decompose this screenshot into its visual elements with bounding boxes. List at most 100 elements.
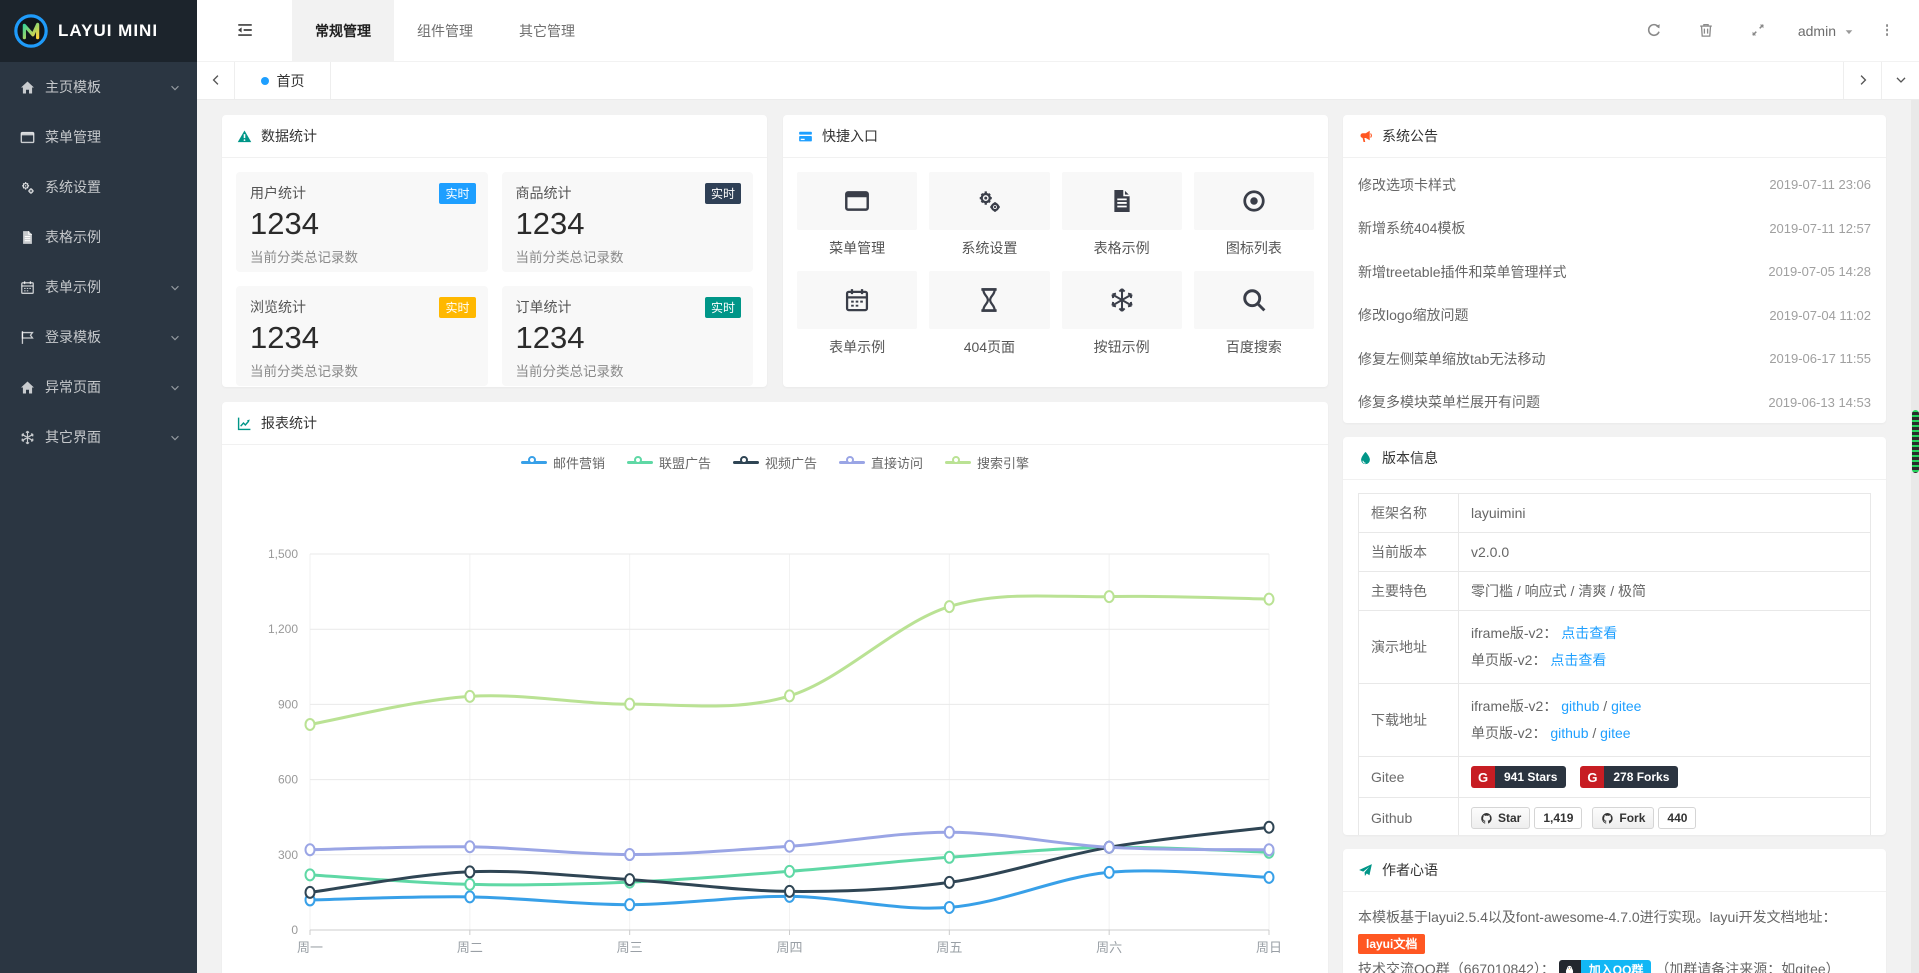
report-line-chart: 03006009001,2001,500周一周二周三周四周五周六周日 <box>222 471 1328 973</box>
paper-plane-icon <box>1358 863 1373 878</box>
sidebar-item-label: 其它界面 <box>45 427 101 447</box>
announcement-item[interactable]: 修改logo缩放问题2019-07-04 11:02 <box>1358 294 1871 338</box>
legend-item-搜索引擎[interactable]: 搜索引擎 <box>945 453 1029 471</box>
link-github[interactable]: github <box>1550 725 1588 741</box>
sidebar-item-菜单管理[interactable]: 菜单管理 <box>0 112 197 162</box>
github-fork-button[interactable]: Fork <box>1592 807 1654 829</box>
fullscreen-button[interactable] <box>1732 0 1784 62</box>
hamburger-icon <box>236 21 254 39</box>
stat-box-商品统计[interactable]: 商品统计1234当前分类总记录数实时 <box>502 172 754 272</box>
legend-item-联盟广告[interactable]: 联盟广告 <box>627 453 711 471</box>
quick-entry-404页面[interactable]: 404页面 <box>929 271 1049 357</box>
sidebar-item-label: 异常页面 <box>45 377 101 397</box>
menu-fold-button[interactable] <box>197 0 292 61</box>
quick-entry-label: 表单示例 <box>797 337 917 357</box>
quick-entry-百度搜索[interactable]: 百度搜索 <box>1194 271 1314 357</box>
gitee-badge[interactable]: G941 Stars <box>1471 766 1566 788</box>
announcement-text: 修复左侧菜单缩放tab无法移动 <box>1358 349 1545 369</box>
quick-entry-系统设置[interactable]: 系统设置 <box>929 172 1049 258</box>
top-nav-tab-组件管理[interactable]: 组件管理 <box>394 0 496 61</box>
sidebar-item-表格示例[interactable]: 表格示例 <box>0 212 197 262</box>
scrollbar-track[interactable] <box>1911 100 1919 973</box>
stat-box-订单统计[interactable]: 订单统计1234当前分类总记录数实时 <box>502 286 754 386</box>
stat-box-浏览统计[interactable]: 浏览统计1234当前分类总记录数实时 <box>236 286 488 386</box>
clear-cache-button[interactable] <box>1680 0 1732 62</box>
legend-label: 搜索引擎 <box>977 453 1029 472</box>
announcement-item[interactable]: 修复多模块菜单栏展开有问题2019-06-13 14:53 <box>1358 381 1871 424</box>
legend-item-视频广告[interactable]: 视频广告 <box>733 453 817 471</box>
quick-entry-表格示例[interactable]: 表格示例 <box>1062 172 1182 258</box>
flag-icon <box>20 330 35 345</box>
announcement-date: 2019-07-05 14:28 <box>1768 264 1871 279</box>
quick-entry-图标列表[interactable]: 图标列表 <box>1194 172 1314 258</box>
snowflake-icon <box>20 430 35 445</box>
announcement-item[interactable]: 新增系统404模板2019-07-11 12:57 <box>1358 207 1871 251</box>
more-menu-button[interactable] <box>1869 0 1905 62</box>
ellipsis-vertical-icon <box>1879 22 1895 38</box>
quick-entry-按钮示例[interactable]: 按钮示例 <box>1062 271 1182 357</box>
sidebar-item-系统设置[interactable]: 系统设置 <box>0 162 197 212</box>
svg-text:周五: 周五 <box>936 940 962 955</box>
layui-doc-badge[interactable]: layui文档 <box>1358 934 1425 954</box>
warning-triangle-icon <box>237 129 252 144</box>
quick-entry-表单示例[interactable]: 表单示例 <box>797 271 917 357</box>
tab-scroll-right-button[interactable] <box>1843 62 1881 99</box>
top-nav-tab-常规管理[interactable]: 常规管理 <box>292 0 394 61</box>
link-github[interactable]: github <box>1561 698 1599 714</box>
stat-desc: 当前分类总记录数 <box>250 360 474 380</box>
join-qq-badge[interactable]: 加入QQ群 <box>1559 960 1652 973</box>
legend-item-邮件营销[interactable]: 邮件营销 <box>521 453 605 471</box>
sidebar-item-其它界面[interactable]: 其它界面 <box>0 412 197 462</box>
sidebar-item-登录模板[interactable]: 登录模板 <box>0 312 197 362</box>
announcements-title: 系统公告 <box>1382 126 1438 146</box>
version-row-演示地址: 演示地址iframe版-v2： 点击查看单页版-v2： 点击查看 <box>1359 611 1871 684</box>
refresh-button[interactable] <box>1628 0 1680 62</box>
announcement-item[interactable]: 新增treetable插件和菜单管理样式2019-07-05 14:28 <box>1358 250 1871 294</box>
link-点击查看[interactable]: 点击查看 <box>1561 625 1617 641</box>
tab-home[interactable]: 首页 <box>235 62 331 99</box>
file-icon <box>20 230 35 245</box>
stat-box-用户统计[interactable]: 用户统计1234当前分类总记录数实时 <box>236 172 488 272</box>
announcement-item[interactable]: 修复左侧菜单缩放tab无法移动2019-06-17 11:55 <box>1358 337 1871 381</box>
home-icon <box>20 380 35 395</box>
version-label: 演示地址 <box>1359 611 1459 684</box>
hamburger-icon <box>236 21 254 39</box>
credit-card-icon <box>798 129 813 144</box>
announcement-text: 修复多模块菜单栏展开有问题 <box>1358 392 1540 412</box>
author-line-2: 技术交流QQ群（667010842）： 加入QQ群 （加群请备注来源：如gite… <box>1358 956 1871 973</box>
sidebar-menu: 主页模板菜单管理系统设置表格示例表单示例登录模板异常页面其它界面 <box>0 62 197 462</box>
version-value: layuimini <box>1471 505 1525 521</box>
sidebar: LAYUI MINI 主页模板菜单管理系统设置表格示例表单示例登录模板异常页面其… <box>0 0 197 973</box>
svg-text:周四: 周四 <box>776 940 802 955</box>
github-count[interactable]: 440 <box>1658 807 1696 829</box>
announcement-item[interactable]: 修改选项卡样式2019-07-11 23:06 <box>1358 163 1871 207</box>
line-chart-icon <box>237 415 252 432</box>
snowflake-icon <box>1109 287 1135 313</box>
github-fork-widget: Fork440 <box>1592 807 1696 829</box>
quick-entry-菜单管理[interactable]: 菜单管理 <box>797 172 917 258</box>
gitee-badge[interactable]: G278 Forks <box>1580 766 1678 788</box>
top-nav-tab-其它管理[interactable]: 其它管理 <box>496 0 598 61</box>
tab-scroll-left-button[interactable] <box>197 62 235 99</box>
quick-entry-label: 菜单管理 <box>797 238 917 258</box>
announcements-card: 系统公告 修改选项卡样式2019-07-11 23:06新增系统404模板201… <box>1343 115 1886 423</box>
window-icon <box>20 130 35 145</box>
sidebar-item-表单示例[interactable]: 表单示例 <box>0 262 197 312</box>
trash-icon <box>1698 22 1714 38</box>
chevron-down-icon <box>1894 72 1908 90</box>
link-gitee[interactable]: gitee <box>1600 725 1630 741</box>
link-gitee[interactable]: gitee <box>1611 698 1641 714</box>
legend-item-直接访问[interactable]: 直接访问 <box>839 453 923 471</box>
sidebar-item-主页模板[interactable]: 主页模板 <box>0 62 197 112</box>
scrollbar-thumb[interactable] <box>1912 410 1919 473</box>
app-logo[interactable]: LAYUI MINI <box>0 0 197 62</box>
version-value: 零门槛 / 响应式 / 清爽 / 极简 <box>1471 583 1646 599</box>
github-count[interactable]: 1,419 <box>1534 807 1582 829</box>
user-dropdown[interactable]: admin <box>1784 23 1869 39</box>
sidebar-item-异常页面[interactable]: 异常页面 <box>0 362 197 412</box>
tab-operations-button[interactable] <box>1881 62 1919 99</box>
github-star-button[interactable]: Star <box>1471 807 1530 829</box>
legend-label: 邮件营销 <box>553 453 605 472</box>
link-点击查看[interactable]: 点击查看 <box>1550 652 1606 668</box>
author-note-body: 本模板基于layui2.5.4以及font-awesome-4.7.0进行实现。… <box>1343 892 1886 973</box>
